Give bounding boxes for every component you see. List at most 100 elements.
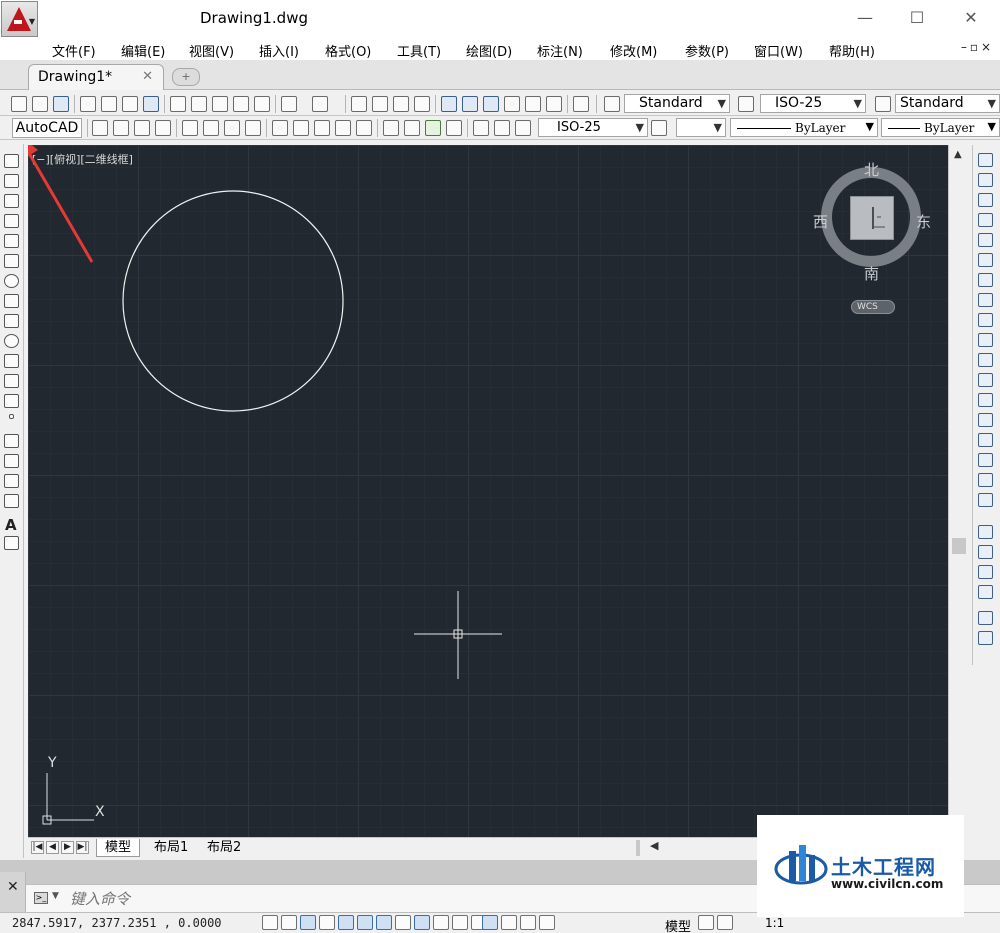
center-mark-icon[interactable] [404,120,420,136]
tab-model[interactable]: 模型 [96,839,141,857]
inspection-icon[interactable] [425,120,441,136]
menu-modify[interactable]: 修改(M) [610,41,657,60]
arc-icon[interactable] [4,254,19,268]
quick-view-drawings-icon[interactable] [717,915,733,930]
text-style-icon[interactable] [604,96,620,112]
close-command-line-icon[interactable]: ✕ [7,879,19,895]
construction-line-icon[interactable] [4,174,19,188]
copy-object-icon[interactable] [978,173,993,187]
ordinate-icon[interactable] [155,120,171,136]
gradient-icon[interactable] [4,454,19,468]
snap-mode-icon[interactable] [281,915,297,930]
close-window-button[interactable]: ✕ [956,6,986,30]
ellipse-arc-icon[interactable] [4,354,19,368]
viewcube-east[interactable]: 东 [916,211,931,232]
viewcube-south[interactable]: 南 [864,263,879,284]
viewcube-north[interactable]: 北 [864,159,879,180]
zoom-previous-icon[interactable] [414,96,430,112]
last-layout-icon[interactable]: ▶| [76,841,89,854]
pan-icon[interactable] [351,96,367,112]
linetype-select[interactable]: ByLayer ▼ [730,118,878,137]
menu-format[interactable]: 格式(O) [325,41,371,60]
radius-icon[interactable] [182,120,198,136]
menu-window[interactable]: 窗口(W) [754,41,803,60]
offset-icon[interactable] [978,213,993,227]
multiline-text-icon[interactable]: A [5,516,17,534]
tolerance-icon[interactable] [383,120,399,136]
minimize-button[interactable]: — [850,6,880,30]
extend-icon[interactable] [978,353,993,367]
tool-palettes-icon[interactable] [483,96,499,112]
menu-help[interactable]: 帮助(H) [829,41,875,60]
bring-above-icon[interactable] [978,565,993,579]
paste-icon[interactable] [212,96,228,112]
line-icon[interactable] [4,154,19,168]
sheet-set-icon[interactable] [504,96,520,112]
save-icon[interactable] [53,96,69,112]
table-style-select[interactable]: Standard ▼ [895,94,1000,113]
ortho-mode-icon[interactable] [319,915,335,930]
menu-dimension[interactable]: 标注(N) [537,41,583,60]
text-to-front-icon[interactable] [978,611,993,625]
zoom-realtime-icon[interactable] [372,96,388,112]
menu-draw[interactable]: 绘图(D) [466,41,512,60]
erase-icon[interactable] [978,153,993,167]
lineweight-display-icon[interactable] [452,915,468,930]
copy-icon[interactable] [191,96,207,112]
ucs-icon-toggle[interactable] [539,915,555,930]
break-at-point-icon[interactable] [978,373,993,387]
polar-tracking-icon[interactable] [338,915,354,930]
dimension-edit-icon[interactable] [473,120,489,136]
chamfer-icon[interactable] [978,433,993,447]
scale-icon[interactable] [978,293,993,307]
join-icon[interactable] [978,413,993,427]
move-icon[interactable] [978,253,993,267]
plot-preview-icon[interactable] [101,96,117,112]
menu-insert[interactable]: 插入(I) [259,41,299,60]
scroll-left-icon[interactable]: ◀ [650,839,658,852]
mirror-icon[interactable] [978,193,993,207]
object-snap-icon[interactable] [357,915,373,930]
infer-constraints-icon[interactable] [262,915,278,930]
table-icon[interactable] [4,494,19,508]
undo-icon[interactable] [281,96,297,112]
object-snap-tracking-icon[interactable] [395,915,411,930]
command-line-handle[interactable]: ✕ [0,872,26,912]
calculator-icon[interactable] [546,96,562,112]
array-icon[interactable] [978,233,993,247]
workspace-label[interactable]: AutoCAD [12,118,82,138]
trim-icon[interactable] [978,333,993,347]
block-editor-icon[interactable] [254,96,270,112]
add-selected-icon[interactable] [4,536,19,550]
quick-dimension-icon[interactable] [272,120,288,136]
text-style-select[interactable]: Standard ▼ [624,94,730,113]
linear-dimension-icon[interactable] [92,120,108,136]
jogged-linear-icon[interactable] [446,120,462,136]
dynamic-ucs-icon[interactable] [414,915,430,930]
cut-icon[interactable] [170,96,186,112]
table-style-icon[interactable] [875,96,891,112]
rectangle-icon[interactable] [4,234,19,248]
design-center-icon[interactable] [462,96,478,112]
angular-icon[interactable] [245,120,261,136]
revision-cloud-icon[interactable] [4,294,19,308]
markup-icon[interactable] [525,96,541,112]
first-layout-icon[interactable]: |◀ [31,841,44,854]
fillet-icon[interactable] [978,453,993,467]
3d-print-icon[interactable] [143,96,159,112]
horizontal-scroll-thumb[interactable] [636,840,640,856]
explode-icon[interactable] [978,493,993,507]
command-prompt-icon[interactable]: >_ [34,892,48,904]
viewcube-west[interactable]: 西 [813,211,828,232]
tab-drawing1[interactable]: Drawing1* ✕ [28,64,164,90]
dimension-style-manager-icon[interactable] [651,120,667,136]
ellipse-icon[interactable] [4,334,19,348]
3d-object-snap-icon[interactable] [376,915,392,930]
annotation-scale[interactable]: 1:1 [765,916,784,930]
new-tab-button[interactable]: + [172,68,200,86]
model-space-button[interactable]: 模型 [665,916,691,933]
dimension-style-select-2[interactable]: ISO-25 ▼ [538,118,648,137]
quick-view-layouts-icon[interactable] [698,915,714,930]
new-file-icon[interactable] [11,96,27,112]
close-tab-icon[interactable]: ✕ [142,69,153,84]
